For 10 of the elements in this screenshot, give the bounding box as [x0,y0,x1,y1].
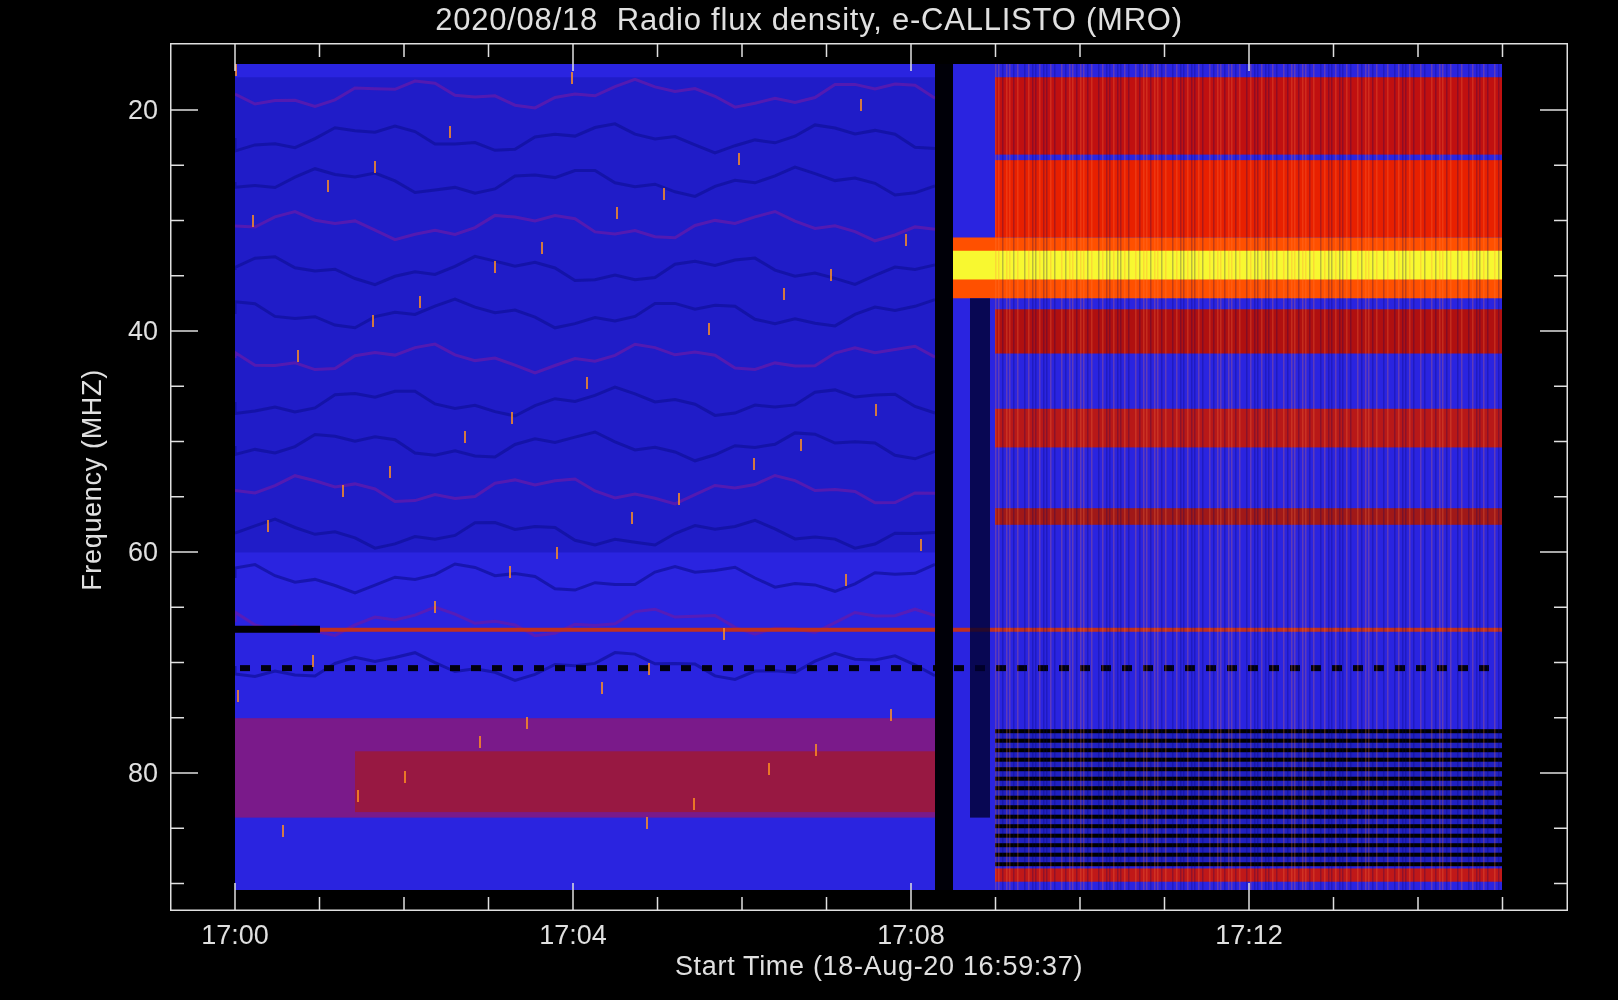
chart-title: 2020/08/18 Radio flux density, e-CALLISTO (MRO) [435,1,1183,39]
x-tick-label: 17:04 [538,920,608,950]
x-tick-label: 17:08 [876,920,946,950]
y-tick-label: 20 [126,95,158,125]
x-tick-label: 17:00 [200,920,270,950]
x-axis-label: Start Time (18-Aug-20 16:59:37) [674,950,1084,982]
x-tick-label: 17:12 [1214,920,1284,950]
y-axis-label: Frequency (MHZ) [77,369,107,591]
y-tick-label: 40 [126,316,158,346]
y-tick-label: 80 [126,758,158,788]
